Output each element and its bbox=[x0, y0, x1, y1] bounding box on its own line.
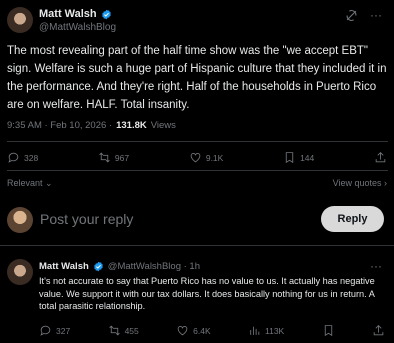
sort-dropdown[interactable]: Relevant ⌄ bbox=[7, 178, 53, 189]
tweet-text: The most revealing part of the half time… bbox=[7, 45, 387, 111]
chevron-right-icon: › bbox=[384, 178, 387, 188]
view-quotes-link[interactable]: View quotes › bbox=[333, 178, 387, 189]
author-name[interactable]: Matt Walsh bbox=[39, 8, 97, 20]
more-options-icon[interactable]: ··· bbox=[370, 8, 382, 22]
my-avatar bbox=[7, 207, 33, 233]
reply-handle-time[interactable]: @MattWalshBlog · 1h bbox=[108, 261, 200, 272]
reply-submit-button[interactable]: Reply bbox=[321, 206, 384, 232]
reply-text: It's not accurate to say that Puerto Ric… bbox=[39, 276, 375, 311]
repost-button[interactable]: 967 bbox=[98, 151, 129, 164]
reply-author-name[interactable]: Matt Walsh bbox=[39, 261, 89, 272]
share-icon bbox=[373, 325, 384, 336]
reply-icon bbox=[8, 152, 19, 163]
grok-icon[interactable] bbox=[345, 9, 358, 22]
like-button[interactable]: 6.4K bbox=[176, 324, 211, 337]
views-button[interactable]: 113K bbox=[248, 324, 284, 337]
divider bbox=[0, 245, 394, 246]
reply-icon bbox=[40, 325, 51, 336]
tweet-meta: 9:35 AM · Feb 10, 2026 · 131.8K Views bbox=[7, 120, 176, 131]
reply-author-line: Matt Walsh @MattWalshBlog · 1h bbox=[39, 261, 200, 272]
repost-icon bbox=[99, 152, 110, 163]
divider bbox=[7, 141, 388, 142]
view-quotes-label: View quotes bbox=[332, 178, 382, 188]
reply-button[interactable]: 327 bbox=[39, 324, 70, 337]
bookmark-icon bbox=[324, 325, 332, 337]
author-handle[interactable]: @MattWalshBlog bbox=[39, 22, 116, 33]
like-count: 9.1K bbox=[205, 152, 224, 163]
bar-chart-icon bbox=[250, 326, 260, 335]
reply-button[interactable]: 328 bbox=[7, 151, 38, 164]
more-options-icon[interactable]: ··· bbox=[370, 259, 382, 273]
repost-count: 967 bbox=[114, 152, 130, 163]
views-count: 113K bbox=[265, 325, 285, 336]
sort-label: Relevant bbox=[7, 178, 43, 188]
chevron-down-icon: ⌄ bbox=[45, 178, 53, 188]
reply-input[interactable]: Post your reply bbox=[40, 211, 133, 227]
heart-icon bbox=[177, 326, 188, 336]
like-button[interactable]: 9.1K bbox=[189, 151, 224, 164]
bookmark-button[interactable]: 144 bbox=[283, 151, 314, 164]
reply-count: 327 bbox=[56, 325, 71, 336]
bookmark-count: 144 bbox=[300, 152, 315, 163]
tweet-actions: 328 967 9.1K 144 bbox=[7, 151, 387, 164]
avatar[interactable] bbox=[7, 7, 33, 33]
repost-icon bbox=[108, 325, 120, 336]
reply-count: 328 bbox=[24, 152, 39, 163]
bookmark-icon bbox=[285, 152, 294, 164]
bookmark-button[interactable] bbox=[322, 324, 335, 337]
reply-actions: 327 455 6.4K 113K bbox=[39, 324, 385, 337]
repost-count: 455 bbox=[124, 325, 139, 336]
verified-icon bbox=[101, 9, 111, 19]
share-button[interactable] bbox=[374, 151, 387, 164]
like-count: 6.4K bbox=[193, 325, 211, 336]
tweet-top-actions: ··· bbox=[345, 8, 382, 22]
repost-button[interactable]: 455 bbox=[108, 324, 139, 337]
divider bbox=[7, 170, 388, 171]
views-label: Views bbox=[150, 120, 176, 131]
reply-sort-bar: Relevant ⌄ View quotes › bbox=[7, 178, 387, 189]
verified-icon bbox=[93, 261, 103, 272]
tweet-timestamp[interactable]: 9:35 AM · Feb 10, 2026 · bbox=[7, 120, 112, 131]
heart-icon bbox=[190, 153, 201, 163]
reply-avatar[interactable] bbox=[7, 259, 33, 285]
views-count: 131.8K bbox=[116, 120, 147, 131]
author-line: Matt Walsh bbox=[39, 8, 112, 20]
share-button[interactable] bbox=[372, 324, 385, 337]
reply-composer: Post your reply Reply bbox=[0, 200, 394, 240]
share-icon bbox=[375, 152, 386, 163]
